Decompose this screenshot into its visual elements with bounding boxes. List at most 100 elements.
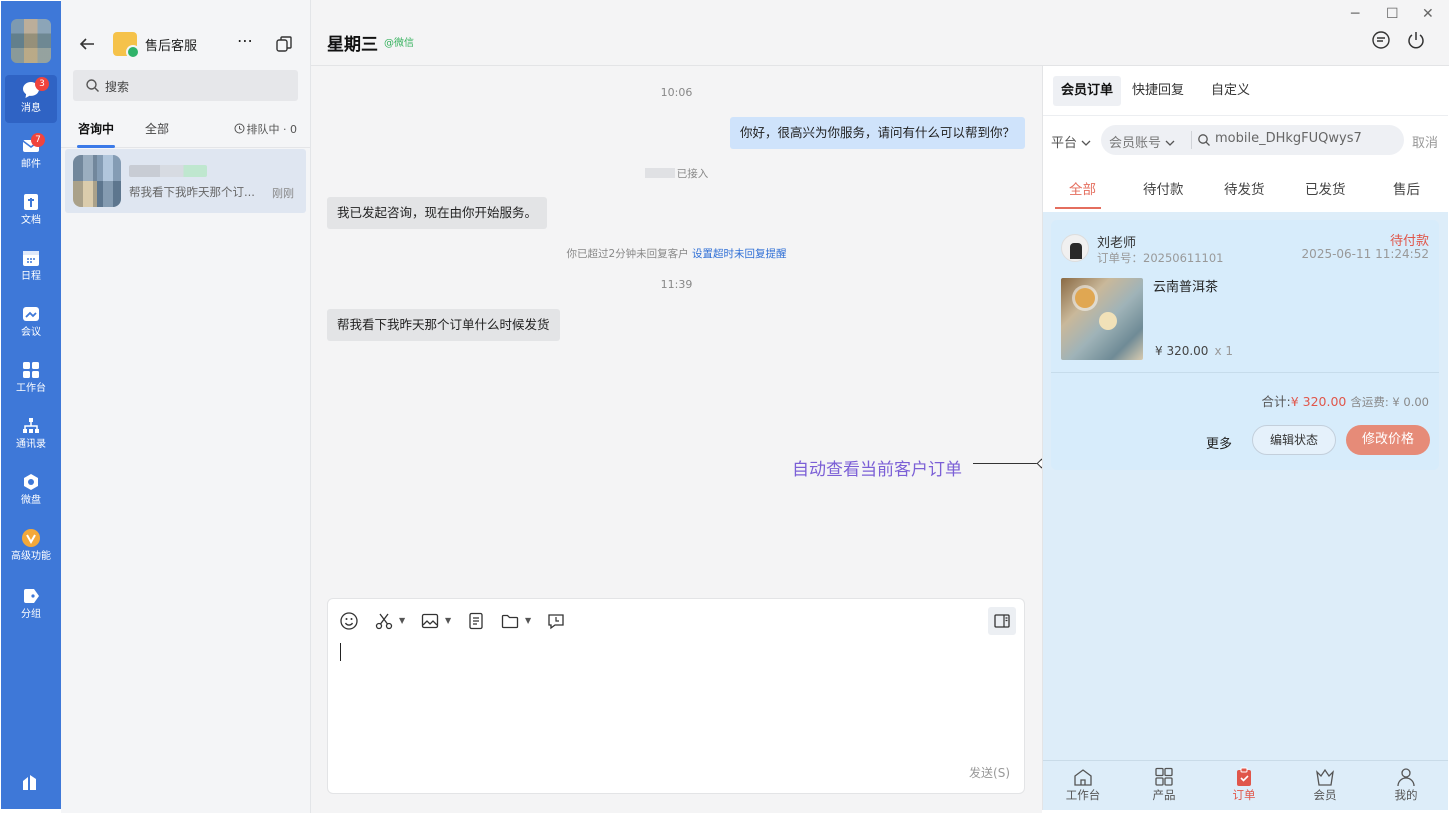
nav-item-products[interactable]: 产品 <box>1134 765 1194 803</box>
rail-item-contacts[interactable]: 通讯录 <box>1 411 61 459</box>
nav-label: 工作台 <box>1065 788 1101 802</box>
nav-item-mine[interactable]: 我的 <box>1376 765 1436 803</box>
system-message[interactable]: 我已发起咨询，现在由你开始服务。 <box>327 197 548 229</box>
status-tab-pending-payment[interactable]: 待付款 <box>1143 178 1184 198</box>
search-input[interactable]: 搜索 <box>73 70 298 101</box>
scissors-icon[interactable] <box>374 611 394 631</box>
rail-item-docs[interactable]: 文档 <box>1 187 61 235</box>
shop-avatar <box>113 32 140 59</box>
rail-item-premium[interactable]: 高级功能 <box>1 523 61 571</box>
customer-name: 刘老师 <box>1097 236 1137 251</box>
status-tab-all[interactable]: 全部 <box>1069 178 1096 198</box>
chevron-down-icon[interactable]: ▼ <box>445 616 451 625</box>
list-tabs: 咨询中 全部 排队中 · 0 <box>61 112 311 148</box>
emoji-icon[interactable] <box>339 611 359 631</box>
nav-item-orders[interactable]: 订单 <box>1214 765 1274 803</box>
note-icon[interactable] <box>466 611 486 631</box>
unread-badge: 3 <box>35 77 49 91</box>
status-tab-shipped[interactable]: 已发货 <box>1305 178 1346 198</box>
rail-label: 邮件 <box>21 159 41 170</box>
conversation-list-panel: 售后客服 ⋯ 搜索 咨询中 全部 排队中 · 0 帮我看下我昨天那个订... 刚… <box>61 0 311 813</box>
calendar-icon <box>23 251 39 266</box>
system-note-timeout: 你已超过2分钟未回复客户 设置超时未回复提醒 <box>311 246 1042 261</box>
account-type-label: 会员账号 <box>1109 136 1162 151</box>
modify-price-button[interactable]: 修改价格 <box>1346 425 1430 455</box>
account-search-input[interactable]: 会员账号 mobile_DHkgFUQwys7 <box>1101 125 1404 155</box>
divider <box>1191 131 1192 149</box>
rail-label: 消息 <box>21 103 41 114</box>
tab-quick-reply[interactable]: 快捷回复 <box>1124 76 1192 106</box>
more-button[interactable]: 更多 <box>1206 433 1232 452</box>
user-avatar[interactable] <box>11 19 51 63</box>
chevron-down-icon[interactable]: ▼ <box>525 616 531 625</box>
platform-label: 平台 <box>1051 136 1078 151</box>
customer-message[interactable]: 帮我看下我昨天那个订单什么时候发货 <box>327 309 560 341</box>
rail-label: 分组 <box>21 609 41 620</box>
message-composer[interactable]: ▼ ▼ ▼ 发送(S) <box>327 598 1025 794</box>
premium-icon <box>22 529 40 547</box>
more-menu-icon[interactable]: ⋯ <box>237 31 254 50</box>
chevron-down-icon <box>1081 140 1091 146</box>
conversation-preview: 帮我看下我昨天那个订... <box>129 185 255 199</box>
rail-item-meeting[interactable]: 会议 <box>1 299 61 347</box>
folder-icon[interactable] <box>500 611 520 631</box>
tab-all[interactable]: 全部 <box>145 120 169 137</box>
power-icon[interactable] <box>1406 30 1426 50</box>
minimize-button[interactable]: ─ <box>1351 6 1359 22</box>
status-tab-to-ship[interactable]: 待发货 <box>1224 178 1265 198</box>
clipboard-icon <box>1237 767 1251 786</box>
side-panel-icon <box>994 614 1010 628</box>
order-total: 合计:¥ 320.00 含运费: ¥ 0.00 <box>1262 391 1430 410</box>
rail-item-calendar[interactable]: 日程 <box>1 243 61 291</box>
order-time: 2025-06-11 11:24:52 <box>1301 247 1429 261</box>
bottom-nav: 工作台 产品 订单 会员 我的 <box>1043 760 1448 810</box>
customer-avatar <box>73 155 121 207</box>
document-icon <box>24 194 38 210</box>
chevron-down-icon[interactable]: ▼ <box>399 616 405 625</box>
order-card[interactable]: 刘老师 订单号：20250611101 待付款 2025-06-11 11:24… <box>1051 220 1439 470</box>
user-icon <box>1397 768 1415 787</box>
back-arrow-icon[interactable] <box>77 34 97 54</box>
clock-icon <box>234 123 244 134</box>
rail-item-mail[interactable]: 邮件 7 <box>1 131 61 179</box>
cancel-search-button[interactable]: 取消 <box>1412 132 1438 151</box>
tab-consulting[interactable]: 咨询中 <box>78 120 114 137</box>
maximize-button[interactable]: ☐ <box>1386 6 1399 22</box>
chat-channel: @微信 <box>384 38 414 49</box>
rail-item-drive[interactable]: 微盘 <box>1 467 61 515</box>
conversation-item[interactable]: 帮我看下我昨天那个订... 刚刚 <box>65 149 306 213</box>
customer-name-blurred <box>129 165 207 177</box>
tab-member-orders[interactable]: 会员订单 <box>1053 76 1122 106</box>
rail-label: 会议 <box>21 327 41 338</box>
image-icon[interactable] <box>420 611 440 631</box>
platform-dropdown[interactable]: 平台 <box>1051 132 1091 151</box>
edit-status-button[interactable]: 编辑状态 <box>1252 425 1336 455</box>
divider <box>1051 372 1439 373</box>
send-button[interactable]: 发送(S) <box>969 764 1010 781</box>
tab-custom[interactable]: 自定义 <box>1203 76 1258 106</box>
agent-message[interactable]: 你好，很高兴为你服务，请问有什么可以帮到你？ <box>729 117 1025 149</box>
order-number: 订单号：20250611101 <box>1097 251 1224 265</box>
time-separator: 11:39 <box>660 278 693 291</box>
account-type-dropdown[interactable]: 会员账号 <box>1109 132 1175 151</box>
order-list: 刘老师 订单号：20250611101 待付款 2025-06-11 11:24… <box>1043 212 1448 760</box>
timeout-setting-link[interactable]: 设置超时未回复提醒 <box>692 248 787 260</box>
search-placeholder: 搜索 <box>105 80 130 94</box>
logo-icon[interactable] <box>20 771 42 793</box>
rail-item-groups[interactable]: 分组 <box>1 581 61 629</box>
status-tab-after-sales[interactable]: 售后 <box>1393 178 1420 198</box>
product-image[interactable] <box>1061 278 1143 360</box>
chat-summary-icon[interactable] <box>1371 30 1391 50</box>
queue-status[interactable]: 排队中 · 0 <box>234 121 297 137</box>
close-button[interactable]: ✕ <box>1422 6 1434 22</box>
system-note-joined: 已接入 <box>311 166 1042 181</box>
crown-icon <box>1316 768 1334 786</box>
nav-item-workbench[interactable]: 工作台 <box>1053 765 1113 803</box>
rail-item-workbench[interactable]: 工作台 <box>1 355 61 403</box>
chat-history-icon[interactable] <box>546 611 566 631</box>
rail-item-messages[interactable]: 消息 3 <box>5 75 57 123</box>
copy-window-icon[interactable] <box>275 35 293 53</box>
nav-item-members[interactable]: 会员 <box>1295 765 1355 803</box>
tag-icon <box>24 589 39 603</box>
side-panel-toggle-button[interactable] <box>988 607 1016 635</box>
